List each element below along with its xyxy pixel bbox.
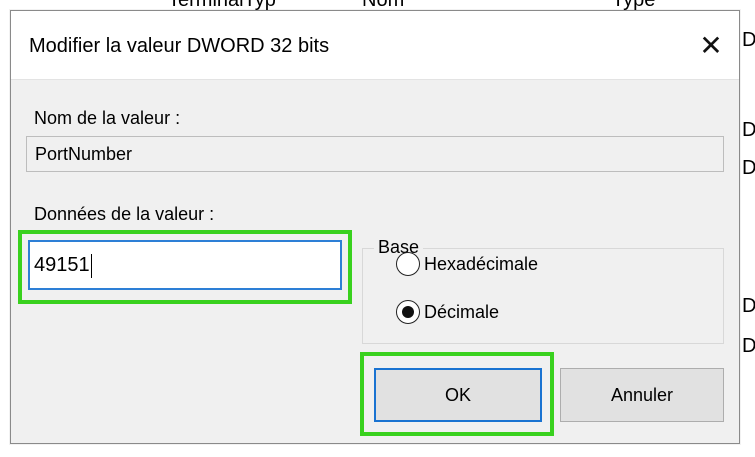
background-header-strip: TerminalTyp Nom Type xyxy=(0,0,755,10)
radio-decimal[interactable]: Décimale xyxy=(396,298,499,326)
tree-item-label: TerminalTyp xyxy=(168,0,276,10)
type-cell: D xyxy=(742,335,755,357)
value-data-input[interactable]: 49151 xyxy=(28,240,342,290)
type-cell: D xyxy=(742,29,755,51)
radio-hexadecimal[interactable]: Hexadécimale xyxy=(396,250,538,278)
cancel-button[interactable]: Annuler xyxy=(560,368,724,422)
type-cell: D xyxy=(742,157,755,179)
dialog-title: Modifier la valeur DWORD 32 bits xyxy=(29,35,330,57)
ok-button[interactable]: OK xyxy=(374,368,542,422)
value-name-field: PortNumber xyxy=(26,136,724,172)
column-header-type: Type xyxy=(612,0,655,10)
value-data-label: Données de la valeur : xyxy=(34,204,215,224)
value-data-text: 49151 xyxy=(34,254,90,276)
dialog-titlebar: Modifier la valeur DWORD 32 bits ✕ xyxy=(11,11,739,80)
radio-hexadecimal-label: Hexadécimale xyxy=(424,253,539,274)
text-caret xyxy=(90,253,92,278)
radio-checked-icon[interactable] xyxy=(396,300,420,324)
close-icon[interactable]: ✕ xyxy=(691,25,731,65)
radio-unchecked-icon[interactable] xyxy=(396,252,420,276)
radio-selected-dot xyxy=(402,306,414,318)
radio-decimal-label: Décimale xyxy=(424,301,500,322)
value-name-label: Nom de la valeur : xyxy=(34,108,181,128)
type-cell: D xyxy=(742,119,755,141)
column-header-name: Nom xyxy=(362,0,404,10)
type-cell: D xyxy=(742,295,755,317)
